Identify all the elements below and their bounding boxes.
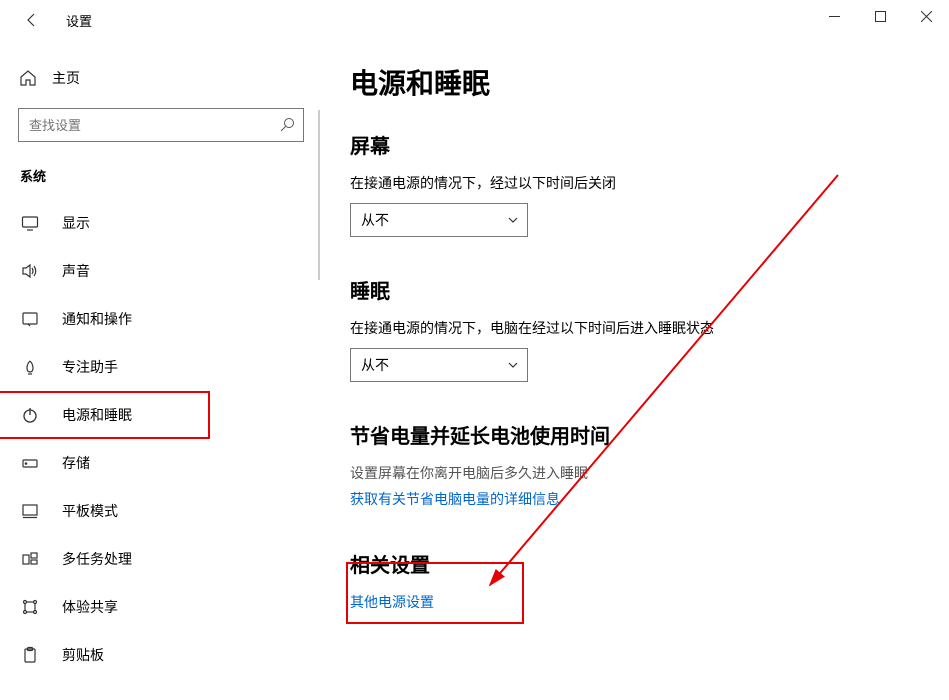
sidebar: 主页 系统 显示 声音 通知和操作 专注助手 (0, 40, 320, 700)
nav-item-focus[interactable]: 专注助手 (0, 343, 320, 391)
nav-label: 显示 (62, 213, 90, 233)
nav-label: 体验共享 (62, 597, 118, 617)
nav-item-shared[interactable]: 体验共享 (0, 583, 320, 631)
chevron-down-icon (507, 359, 519, 371)
arrow-left-icon (24, 12, 40, 28)
nav-label: 剪贴板 (62, 645, 104, 665)
main-panel: 电源和睡眠 屏幕 在接通电源的情况下，经过以下时间后关闭 从不 睡眠 在接通电源… (320, 40, 949, 700)
focus-icon (20, 357, 40, 377)
storage-icon (20, 453, 40, 473)
related-section-title: 相关设置 (350, 549, 919, 578)
minimize-icon (829, 11, 840, 22)
nav-item-notifications[interactable]: 通知和操作 (0, 295, 320, 343)
nav-item-tablet[interactable]: 平板模式 (0, 487, 320, 535)
home-icon (18, 68, 38, 88)
nav-item-clipboard[interactable]: 剪贴板 (0, 631, 320, 679)
close-icon (921, 11, 932, 22)
maximize-button[interactable] (857, 0, 903, 32)
search-input[interactable] (18, 108, 304, 142)
sound-icon (20, 261, 40, 281)
screen-desc: 在接通电源的情况下，经过以下时间后关闭 (350, 173, 919, 193)
nav-item-power[interactable]: 电源和睡眠 (0, 391, 210, 439)
sleep-desc: 在接通电源的情况下，电脑在经过以下时间后进入睡眠状态 (350, 318, 919, 338)
screen-section-title: 屏幕 (350, 130, 919, 159)
notifications-icon (20, 309, 40, 329)
battery-info-link[interactable]: 获取有关节省电脑电量的详细信息 (350, 489, 560, 509)
battery-desc: 设置屏幕在你离开电脑后多久进入睡眠 (350, 463, 919, 483)
screen-timeout-dropdown[interactable]: 从不 (350, 203, 528, 237)
nav-item-display[interactable]: 显示 (0, 199, 320, 247)
nav-item-multitask[interactable]: 多任务处理 (0, 535, 320, 583)
multitask-icon (20, 549, 40, 569)
dropdown-value: 从不 (361, 210, 389, 230)
nav-label: 通知和操作 (62, 309, 132, 329)
battery-section-title: 节省电量并延长电池使用时间 (350, 420, 919, 449)
nav-label: 平板模式 (62, 501, 118, 521)
nav-label: 专注助手 (62, 357, 118, 377)
sleep-section-title: 睡眠 (350, 275, 919, 304)
back-button[interactable] (16, 4, 48, 36)
tablet-icon (20, 501, 40, 521)
nav-item-storage[interactable]: 存储 (0, 439, 320, 487)
nav-label: 多任务处理 (62, 549, 132, 569)
shared-icon (20, 597, 40, 617)
close-button[interactable] (903, 0, 949, 32)
nav-list: 显示 声音 通知和操作 专注助手 电源和睡眠 存储 (0, 199, 320, 679)
page-title: 电源和睡眠 (350, 62, 919, 102)
other-power-link[interactable]: 其他电源设置 (350, 592, 434, 612)
sleep-timeout-dropdown[interactable]: 从不 (350, 348, 528, 382)
home-nav[interactable]: 主页 (18, 60, 320, 96)
titlebar: 设置 (0, 0, 949, 40)
nav-item-sound[interactable]: 声音 (0, 247, 320, 295)
nav-label: 声音 (62, 261, 90, 281)
home-label: 主页 (52, 68, 80, 88)
search-icon (279, 117, 295, 133)
nav-label: 电源和睡眠 (62, 405, 132, 425)
nav-group-label: 系统 (18, 166, 320, 185)
clipboard-icon (20, 645, 40, 665)
maximize-icon (875, 11, 886, 22)
search-field[interactable] (29, 118, 279, 133)
display-icon (20, 213, 40, 233)
chevron-down-icon (507, 214, 519, 226)
dropdown-value: 从不 (361, 355, 389, 375)
power-icon (20, 405, 40, 425)
window-controls (811, 0, 949, 32)
minimize-button[interactable] (811, 0, 857, 32)
nav-label: 存储 (62, 453, 90, 473)
window-title: 设置 (66, 11, 92, 30)
